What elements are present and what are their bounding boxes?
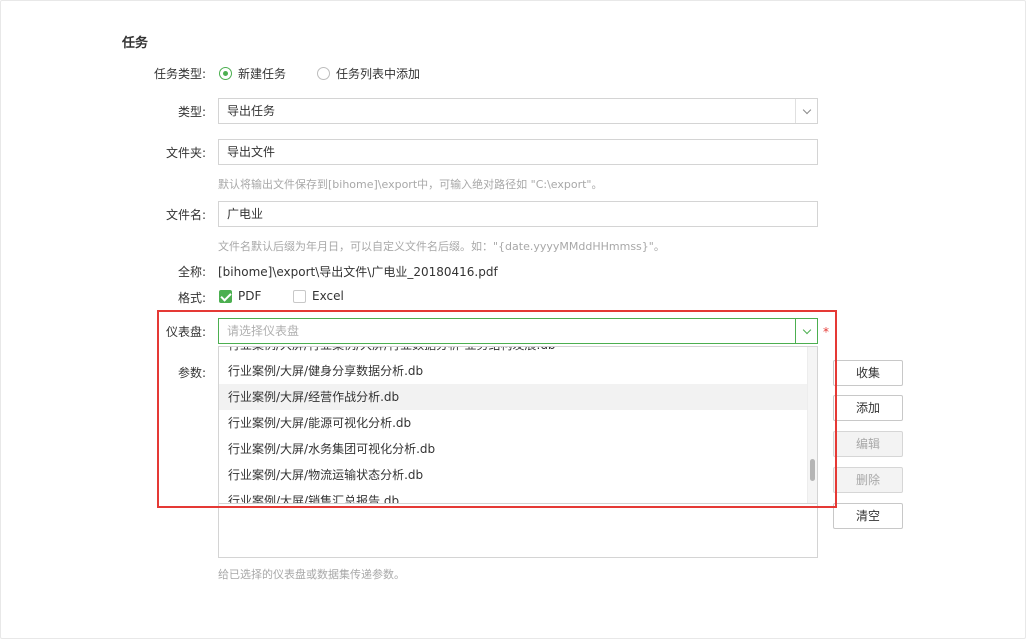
fullname-value: [bihome]\export\导出文件\广电业_20180416.pdf xyxy=(218,265,498,279)
dropdown-item[interactable]: 行业案例/大屏/健身分享数据分析.db xyxy=(219,358,809,384)
folder-input[interactable]: 导出文件 xyxy=(218,139,818,165)
pdf-checkbox[interactable] xyxy=(219,290,232,303)
radio-add-from-list-label[interactable]: 任务列表中添加 xyxy=(336,65,420,82)
params-label: 参数: xyxy=(177,366,206,380)
add-button[interactable]: 添加 xyxy=(833,395,903,421)
dropdown-item-hovered[interactable]: 行业案例/大屏/经营作战分析.db xyxy=(219,384,809,410)
task-type-label: 任务类型: xyxy=(153,67,206,81)
pdf-checkbox-label[interactable]: PDF xyxy=(238,289,261,303)
dropdown-item[interactable]: 行业案例/大屏/销售汇总报告.db xyxy=(219,488,809,503)
scrollbar-thumb[interactable] xyxy=(810,459,815,481)
filename-input[interactable]: 广电业 xyxy=(218,201,818,227)
fullname-label: 全称: xyxy=(177,265,206,279)
dashboard-select[interactable]: 请选择仪表盘 xyxy=(218,318,818,344)
params-list[interactable] xyxy=(218,504,818,558)
type-select-arrow[interactable] xyxy=(795,99,817,123)
delete-button[interactable]: 删除 xyxy=(833,467,903,493)
collect-button[interactable]: 收集 xyxy=(833,360,903,386)
folder-hint: 默认将输出文件保存到[bihome]\export中，可输入绝对路径如 "C:\… xyxy=(218,178,603,191)
dashboard-placeholder: 请选择仪表盘 xyxy=(227,324,300,338)
filename-hint: 文件名默认后缀为年月日，可以自定义文件名后缀。如："{date.yyyyMMdd… xyxy=(218,240,665,253)
filename-label: 文件名: xyxy=(165,208,206,222)
type-label: 类型: xyxy=(177,105,206,119)
chevron-down-icon xyxy=(802,325,811,334)
type-select[interactable]: 导出任务 xyxy=(218,98,818,124)
radio-new-task-label[interactable]: 新建任务 xyxy=(238,65,286,82)
clear-button[interactable]: 清空 xyxy=(833,503,903,529)
radio-new-task[interactable] xyxy=(219,67,232,80)
dashboard-dropdown[interactable]: 行业案例/大屏/行业案例/大屏/行业数据分析-业务结构发展.db 行业案例/大屏… xyxy=(218,346,818,504)
folder-label: 文件夹: xyxy=(165,146,206,160)
dropdown-item[interactable]: 行业案例/大屏/行业案例/大屏/行业数据分析-业务结构发展.db xyxy=(219,347,809,358)
section-title: 任务 xyxy=(122,36,149,51)
excel-checkbox-label[interactable]: Excel xyxy=(312,289,344,303)
edit-button[interactable]: 编辑 xyxy=(833,431,903,457)
params-hint: 给已选择的仪表盘或数据集传递参数。 xyxy=(218,568,405,581)
type-select-value: 导出任务 xyxy=(227,104,276,118)
dropdown-scrollbar[interactable] xyxy=(807,347,817,503)
dropdown-item[interactable]: 行业案例/大屏/水务集团可视化分析.db xyxy=(219,436,809,462)
dashboard-select-arrow[interactable] xyxy=(795,319,817,343)
dropdown-item[interactable]: 行业案例/大屏/能源可视化分析.db xyxy=(219,410,809,436)
chevron-down-icon xyxy=(802,105,811,114)
required-mark: * xyxy=(823,325,829,339)
format-label: 格式: xyxy=(177,291,206,305)
excel-checkbox[interactable] xyxy=(293,290,306,303)
dashboard-label: 仪表盘: xyxy=(165,325,206,339)
dropdown-item[interactable]: 行业案例/大屏/物流运输状态分析.db xyxy=(219,462,809,488)
radio-add-from-list[interactable] xyxy=(317,67,330,80)
